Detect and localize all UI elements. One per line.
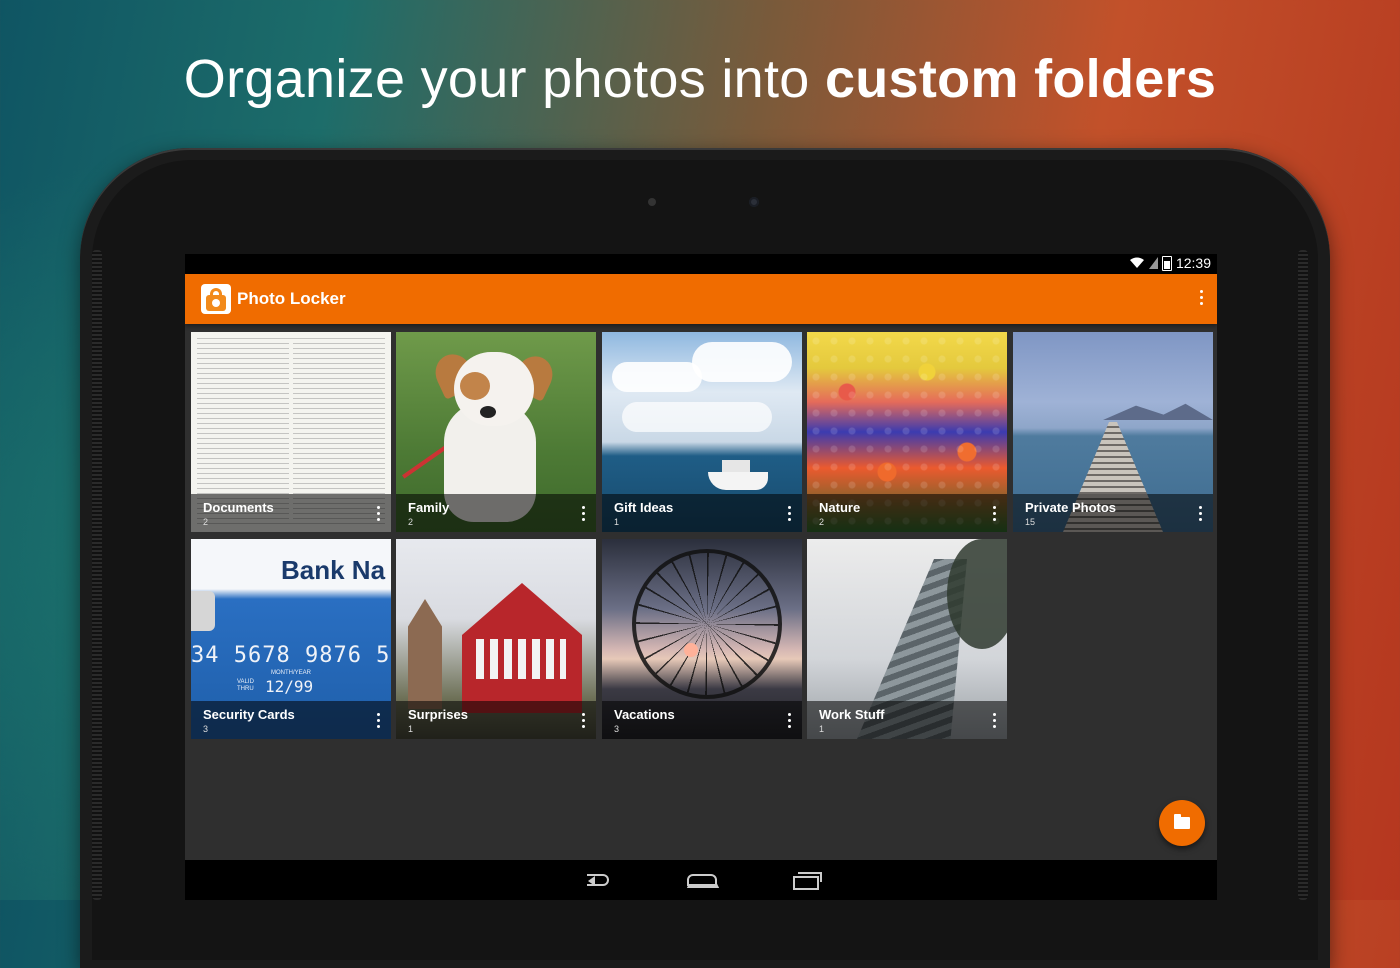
add-folder-button[interactable] [1159, 800, 1205, 846]
headline-light-text: Organize your photos into [183, 49, 825, 109]
folder-caption: Surprises 1 [396, 701, 596, 739]
folder-count: 2 [819, 517, 825, 527]
folder-tile-documents[interactable]: Documents 2 [191, 332, 391, 532]
card-month-year-label: MONTH/YEAR [271, 670, 312, 676]
folder-menu-icon[interactable] [581, 506, 585, 522]
folder-caption: Security Cards 3 [191, 701, 391, 739]
folder-tile-private-photos[interactable]: Private Photos 15 [1013, 332, 1213, 532]
wifi-icon [1129, 257, 1144, 268]
folder-menu-icon[interactable] [581, 713, 585, 729]
device-screen: 12:39 Photo Locker Documents 2 Family 2 [185, 254, 1217, 900]
headline-bold-text: custom folders [824, 49, 1217, 109]
home-icon[interactable] [683, 870, 723, 890]
folder-tile-surprises[interactable]: Surprises 1 [396, 539, 596, 739]
folder-count: 1 [408, 724, 414, 734]
folder-caption: Gift Ideas 1 [602, 494, 802, 532]
folder-menu-icon[interactable] [376, 713, 380, 729]
promo-headline: Organize your photos into custom folders [0, 48, 1400, 110]
card-number: 34 5678 9876 54 [191, 643, 391, 668]
folder-menu-icon[interactable] [992, 506, 996, 522]
card-valid-label: VALID THRU [237, 679, 254, 692]
folder-menu-icon[interactable] [376, 506, 380, 522]
overflow-menu-icon[interactable] [1199, 290, 1203, 308]
folder-count: 2 [408, 517, 414, 527]
lock-camera-icon [201, 284, 231, 314]
folder-name: Security Cards [203, 707, 295, 722]
folder-caption: Vacations 3 [602, 701, 802, 739]
status-bar: 12:39 [185, 254, 1217, 274]
folder-tile-family[interactable]: Family 2 [396, 332, 596, 532]
folder-menu-icon[interactable] [787, 713, 791, 729]
folder-count: 1 [614, 517, 620, 527]
folder-count: 15 [1025, 517, 1036, 527]
folder-tile-nature[interactable]: Nature 2 [807, 332, 1007, 532]
folder-caption: Work Stuff 1 [807, 701, 1007, 739]
folder-menu-icon[interactable] [992, 713, 996, 729]
card-bank-name: Bank Na [281, 555, 386, 585]
folder-tile-security-cards[interactable]: Bank Na 34 5678 9876 54 VALID THRU MONTH… [191, 539, 391, 739]
folder-name: Nature [819, 500, 861, 515]
folder-tile-vacations[interactable]: Vacations 3 [602, 539, 802, 739]
speaker-left [92, 250, 102, 900]
navigation-bar [185, 860, 1217, 900]
folder-menu-icon[interactable] [787, 506, 791, 522]
speaker-right [1298, 250, 1308, 900]
folder-tile-work-stuff[interactable]: Work Stuff 1 [807, 539, 1007, 739]
light-sensor [648, 198, 656, 206]
folder-caption: Documents 2 [191, 494, 391, 532]
folder-name: Work Stuff [819, 707, 885, 722]
folder-count: 3 [203, 724, 209, 734]
folder-count: 1 [819, 724, 825, 734]
signal-icon [1148, 257, 1158, 269]
folder-count: 2 [203, 517, 209, 527]
folder-name: Documents [203, 500, 274, 515]
card-expiry: 12/99 [265, 677, 314, 696]
status-icons: 12:39 [1129, 255, 1211, 271]
folder-name: Vacations [614, 707, 675, 722]
app-title: Photo Locker [237, 289, 346, 308]
folder-name: Gift Ideas [614, 500, 674, 515]
app-toolbar: Photo Locker [185, 274, 1217, 324]
recents-icon[interactable] [789, 870, 829, 890]
folder-caption: Private Photos 15 [1013, 494, 1213, 532]
folder-tile-gift-ideas[interactable]: Gift Ideas 1 [602, 332, 802, 532]
status-time: 12:39 [1175, 255, 1211, 271]
folder-name: Private Photos [1025, 500, 1117, 515]
folder-caption: Family 2 [396, 494, 596, 532]
back-icon[interactable] [581, 870, 621, 890]
battery-icon [1161, 255, 1172, 271]
front-camera [749, 197, 759, 207]
folder-menu-icon[interactable] [1198, 506, 1202, 522]
folder-icon [1174, 814, 1190, 829]
folder-name: Surprises [408, 707, 468, 722]
folder-count: 3 [614, 724, 620, 734]
folder-name: Family [408, 500, 450, 515]
card-chip [191, 591, 215, 631]
folder-caption: Nature 2 [807, 494, 1007, 532]
